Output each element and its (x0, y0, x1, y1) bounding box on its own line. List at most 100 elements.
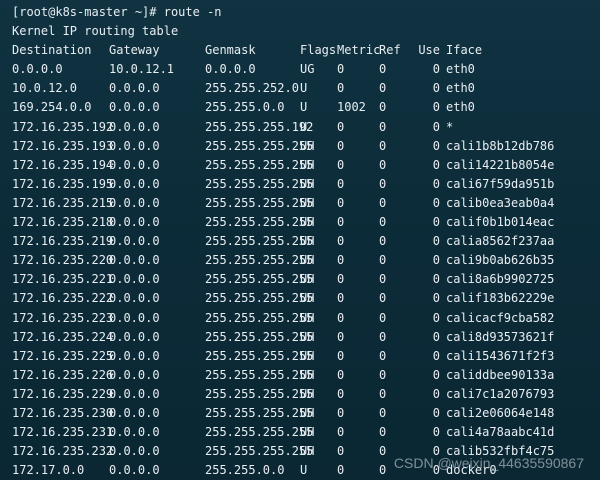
cell-destination: 10.0.12.0 (12, 81, 78, 96)
cell-metric: 0 (337, 272, 345, 287)
cell-gateway: 0.0.0.0 (109, 195, 160, 210)
cell-gateway: 0.0.0.0 (109, 405, 160, 420)
cell-iface: cali8d93573621f (446, 329, 555, 344)
table-row: 10.0.12.0 0.0.0.0 255.255.252.0 U 0 0 0 eth0 (0, 79, 600, 98)
cell-iface: cali14221b8054e (446, 157, 555, 172)
cell-iface: calif183b62229e (446, 291, 555, 306)
cell-metric: 0 (337, 425, 345, 440)
header-destination: Destination (12, 43, 92, 58)
cell-genmask: 255.255.255.255 (205, 157, 314, 172)
table-row: 172.16.235.222 0.0.0.0 255.255.255.255 UH 0 0… (0, 289, 600, 308)
cell-use: 0 (432, 386, 440, 401)
cell-metric: 0 (337, 157, 345, 172)
cell-ref: 0 (379, 348, 387, 363)
cell-use: 0 (432, 81, 440, 96)
cell-use: 0 (432, 329, 440, 344)
cell-metric: 0 (337, 62, 345, 77)
cell-destination: 172.16.235.231 (12, 425, 114, 440)
cell-metric: 0 (337, 463, 345, 478)
table-row: 172.16.235.229 0.0.0.0 255.255.255.255 UH 0 0… (0, 385, 600, 404)
cell-genmask: 0.0.0.0 (205, 62, 256, 77)
table-row: 172.16.235.193 0.0.0.0 255.255.255.255 UH 0 0… (0, 137, 600, 156)
cell-gateway: 0.0.0.0 (109, 253, 160, 268)
cell-use: 0 (432, 291, 440, 306)
cell-iface: cali7c1a2076793 (446, 386, 555, 401)
cell-ref: 0 (379, 367, 387, 382)
table-row: 172.16.235.221 0.0.0.0 255.255.255.255 UH 0 0… (0, 270, 600, 289)
header-ref: Ref (379, 43, 401, 58)
cell-destination: 172.16.235.230 (12, 405, 114, 420)
cell-destination: 172.17.0.0 (12, 463, 85, 478)
cell-genmask: 255.255.255.255 (205, 329, 314, 344)
cell-metric: 0 (337, 253, 345, 268)
header-metric: Metric (337, 43, 381, 58)
cell-iface: cali2e06064e148 (446, 405, 555, 420)
routing-table-header: Destination Gateway Genmask Flags Metric… (0, 41, 600, 60)
cell-iface: eth0 (446, 81, 475, 96)
cell-flags: UH (300, 425, 315, 440)
cell-genmask: 255.255.255.255 (205, 425, 314, 440)
cell-use: 0 (432, 119, 440, 134)
cell-iface: calib0ea3eab0a4 (446, 195, 555, 210)
cell-gateway: 0.0.0.0 (109, 81, 160, 96)
table-row: 0.0.0.0 10.0.12.1 0.0.0.0 UG 0 0 0 eth0 (0, 60, 600, 79)
cell-flags: UH (300, 291, 315, 306)
cell-destination: 169.254.0.0 (12, 100, 92, 115)
header-use: Use (418, 43, 440, 58)
cell-ref: 0 (379, 425, 387, 440)
cell-flags: UH (300, 367, 315, 382)
cell-destination: 172.16.235.222 (12, 291, 114, 306)
cell-destination: 172.16.235.195 (12, 176, 114, 191)
cell-use: 0 (432, 310, 440, 325)
cell-flags: UH (300, 138, 315, 153)
table-row: 172.16.235.192 0.0.0.0 255.255.255.192 U 0 0 0… (0, 118, 600, 137)
command-text: [root@k8s-master ~]# route -n (12, 5, 222, 19)
header-genmask: Genmask (205, 43, 256, 58)
cell-use: 0 (432, 367, 440, 382)
cell-metric: 0 (337, 444, 345, 459)
command-prompt-line: [root@k8s-master ~]# route -n (0, 3, 600, 22)
cell-genmask: 255.255.255.255 (205, 386, 314, 401)
cell-flags: UH (300, 444, 315, 459)
cell-ref: 0 (379, 329, 387, 344)
cell-gateway: 0.0.0.0 (109, 138, 160, 153)
cell-iface: calia8562f237aa (446, 234, 555, 249)
cell-ref: 0 (379, 195, 387, 210)
cell-use: 0 (432, 253, 440, 268)
cell-destination: 172.16.235.219 (12, 234, 114, 249)
cell-metric: 1002 (337, 100, 366, 115)
cell-use: 0 (432, 348, 440, 363)
cell-ref: 0 (379, 310, 387, 325)
cell-metric: 0 (337, 405, 345, 420)
cell-genmask: 255.255.252.0 (205, 81, 299, 96)
table-row: 172.16.235.230 0.0.0.0 255.255.255.255 UH 0 0… (0, 404, 600, 423)
cell-genmask: 255.255.255.255 (205, 176, 314, 191)
cell-destination: 172.16.235.218 (12, 215, 114, 230)
cell-use: 0 (432, 100, 440, 115)
cell-use: 0 (432, 195, 440, 210)
cell-metric: 0 (337, 234, 345, 249)
cell-metric: 0 (337, 367, 345, 382)
cell-metric: 0 (337, 81, 345, 96)
cell-ref: 0 (379, 405, 387, 420)
cell-metric: 0 (337, 176, 345, 191)
cell-ref: 0 (379, 234, 387, 249)
cell-use: 0 (432, 425, 440, 440)
table-row: 172.16.235.220 0.0.0.0 255.255.255.255 UH 0 0… (0, 251, 600, 270)
cell-genmask: 255.255.255.255 (205, 348, 314, 363)
cell-ref: 0 (379, 157, 387, 172)
cell-genmask: 255.255.255.255 (205, 405, 314, 420)
cell-flags: UH (300, 215, 315, 230)
cell-genmask: 255.255.255.255 (205, 138, 314, 153)
cell-flags: U (300, 81, 308, 96)
terminal-window[interactable]: [root@k8s-master ~]# route -n Kernel IP … (0, 0, 600, 480)
cell-flags: UG (300, 62, 315, 77)
cell-ref: 0 (379, 386, 387, 401)
header-iface: Iface (446, 43, 483, 58)
cell-iface: calif0b1b014eac (446, 215, 555, 230)
cell-destination: 172.16.235.192 (12, 119, 114, 134)
cell-ref: 0 (379, 215, 387, 230)
cell-iface: cali67f59da951b (446, 176, 555, 191)
cell-metric: 0 (337, 386, 345, 401)
cell-genmask: 255.255.255.255 (205, 195, 314, 210)
